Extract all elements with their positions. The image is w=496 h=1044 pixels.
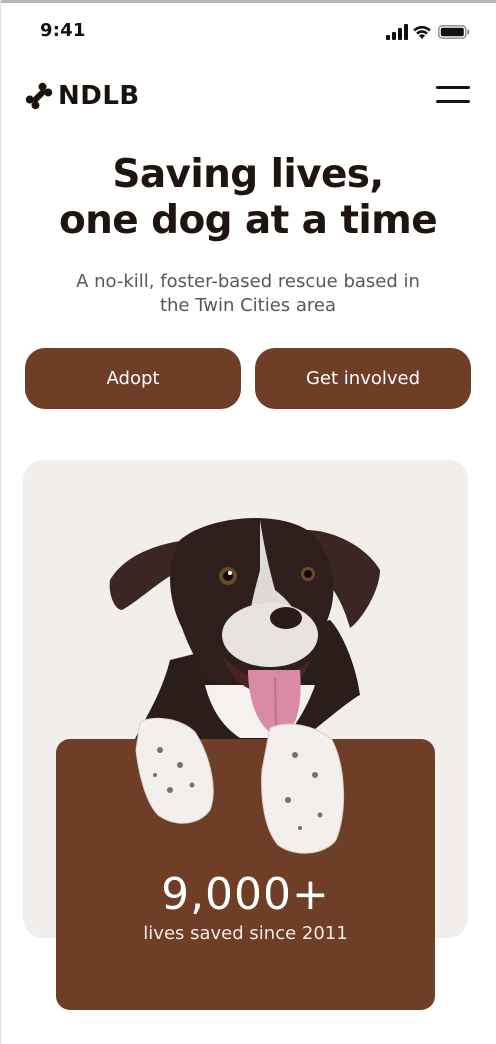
hero-title: Saving lives, one dog at a time xyxy=(0,152,496,244)
stat-value: 9,000+ xyxy=(161,869,330,920)
stat-label: lives saved since 2011 xyxy=(143,923,348,944)
signal-icon xyxy=(386,24,408,40)
site-header: NDLB xyxy=(0,72,496,120)
hero-title-line: one dog at a time xyxy=(58,198,438,243)
logo[interactable]: NDLB xyxy=(24,78,140,114)
get-involved-button[interactable]: Get involved xyxy=(255,348,471,409)
bone-icon xyxy=(25,82,53,110)
window-frame-top xyxy=(0,0,496,3)
logo-text: NDLB xyxy=(58,81,140,111)
menu-line-bottom xyxy=(436,100,470,103)
wifi-icon xyxy=(413,25,431,39)
hero-subtitle-line: A no-kill, foster-based rescue based in xyxy=(76,271,420,292)
menu-line-top xyxy=(436,86,470,89)
adopt-button[interactable]: Adopt xyxy=(25,348,241,409)
status-time: 9:41 xyxy=(40,20,86,41)
battery-icon xyxy=(438,25,470,39)
hero-subtitle: A no-kill, foster-based rescue based in … xyxy=(50,270,446,318)
hero-subtitle-line: the Twin Cities area xyxy=(159,295,337,316)
stat-box: 9,000+ lives saved since 2011 xyxy=(56,739,435,1010)
hamburger-menu-icon[interactable] xyxy=(436,80,472,110)
status-icons xyxy=(386,24,472,40)
hero-title-line: Saving lives, xyxy=(112,152,384,197)
status-bar: 9:41 xyxy=(0,14,496,50)
